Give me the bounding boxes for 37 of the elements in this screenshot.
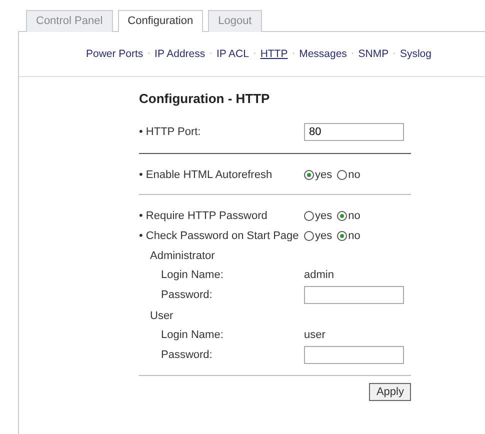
- nav-link[interactable]: HTTP: [260, 48, 288, 76]
- form-title: Configuration - HTTP: [139, 91, 271, 106]
- nav-link[interactable]: IP ACL: [216, 48, 249, 76]
- nav-link[interactable]: IP Address: [154, 48, 206, 76]
- radio-option[interactable]: no: [337, 169, 360, 181]
- nav-link[interactable]: Power Ports: [86, 48, 144, 76]
- field-label: Password:: [161, 349, 214, 361]
- separator-dot: ·: [147, 48, 151, 61]
- separator-dot: ·: [252, 48, 256, 61]
- group-heading: Administrator: [150, 250, 215, 262]
- radio-option[interactable]: yes: [304, 169, 332, 181]
- field-label: Password:: [161, 289, 214, 301]
- group-heading: User: [150, 310, 174, 322]
- field-value: user: [304, 328, 326, 340]
- radio-option[interactable]: no: [337, 210, 360, 222]
- radio-option[interactable]: yes: [304, 230, 332, 242]
- field-label: Login Name:: [161, 328, 224, 340]
- password-field[interactable]: [304, 346, 404, 364]
- nav-link[interactable]: Messages: [299, 48, 347, 76]
- radio-option[interactable]: yes: [304, 210, 332, 222]
- apply-button[interactable]: Apply: [369, 383, 411, 401]
- password-field[interactable]: [304, 286, 404, 304]
- field-label: • Check Password on Start Page: [139, 230, 300, 242]
- field-label: Login Name:: [161, 268, 224, 280]
- field-value: admin: [304, 268, 334, 280]
- separator-dot: ·: [292, 48, 296, 61]
- nav-link[interactable]: SNMP: [358, 48, 389, 76]
- nav-link[interactable]: Syslog: [400, 48, 432, 76]
- field-label: • Require HTTP Password: [139, 210, 268, 222]
- input-field[interactable]: 80: [304, 123, 404, 141]
- separator-dot: ·: [209, 48, 212, 61]
- tab[interactable]: Configuration: [118, 10, 204, 32]
- separator-dot: ·: [350, 48, 354, 61]
- field-label: • HTTP Port:: [139, 126, 202, 138]
- field-label: • Enable HTML Autorefresh: [139, 169, 274, 181]
- separator-dot: ·: [392, 48, 396, 61]
- radio-option[interactable]: no: [337, 230, 360, 242]
